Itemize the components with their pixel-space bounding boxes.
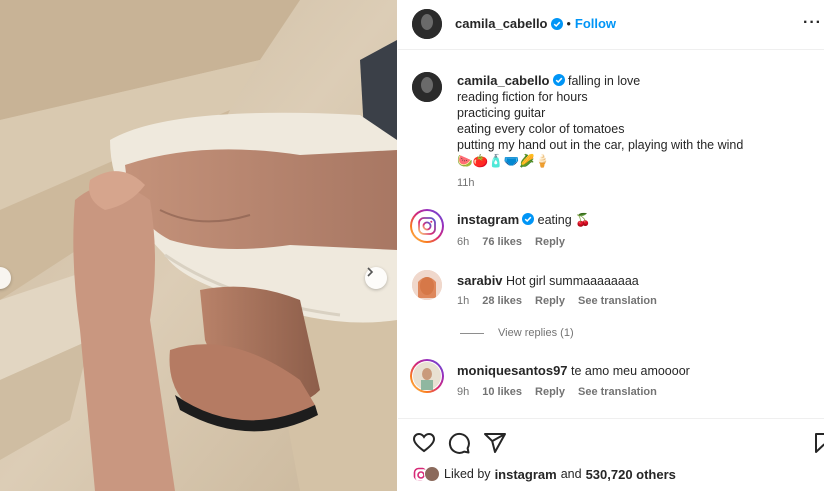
instagram-logo-icon bbox=[418, 217, 436, 235]
comment-reply-button[interactable]: Reply bbox=[535, 236, 565, 248]
comment-reply-button[interactable]: Reply bbox=[535, 295, 565, 307]
comment-username[interactable]: moniquesantos97 bbox=[457, 363, 568, 378]
caption-time[interactable]: 11h bbox=[457, 177, 475, 189]
comment-reply-button[interactable]: Reply bbox=[535, 386, 565, 398]
liker-avatar bbox=[424, 466, 440, 482]
comment-text: eating 🍒 bbox=[537, 213, 591, 227]
comment-username[interactable]: instagram bbox=[457, 212, 519, 227]
caption-line: putting my hand out in the car, playing … bbox=[457, 138, 744, 152]
comment-text: te amo meu amoooor bbox=[571, 364, 690, 378]
see-translation-link[interactable]: See translation bbox=[578, 386, 657, 398]
comment-likes[interactable]: 10 likes bbox=[482, 386, 522, 398]
more-options-icon[interactable]: ··· bbox=[803, 14, 822, 32]
likes-summary: Liked by instagram and 530,720 others bbox=[410, 466, 676, 482]
heart-icon[interactable] bbox=[412, 431, 436, 455]
chevron-right-icon bbox=[367, 267, 374, 277]
caption-line: reading fiction for hours bbox=[457, 90, 588, 104]
likes-user[interactable]: instagram bbox=[495, 467, 557, 482]
see-translation-link[interactable]: See translation bbox=[578, 295, 657, 307]
comment-meta: 9h 10 likes Reply See translation bbox=[457, 386, 657, 398]
comment-time[interactable]: 6h bbox=[457, 236, 469, 248]
likes-prefix: Liked by bbox=[444, 467, 491, 481]
comment-meta: 6h 76 likes Reply bbox=[457, 236, 565, 248]
comment-likes[interactable]: 76 likes bbox=[482, 236, 522, 248]
comment-likes[interactable]: 28 likes bbox=[482, 295, 522, 307]
caption-meta: 11h bbox=[457, 177, 475, 189]
comment-avatar-moniquesantos97[interactable] bbox=[410, 359, 444, 393]
post-header: camila_cabello • Follow ··· bbox=[398, 0, 824, 50]
comment-time[interactable]: 9h bbox=[457, 386, 469, 398]
caption-line: eating every color of tomatoes bbox=[457, 122, 625, 136]
comment-meta: 1h 28 likes Reply See translation bbox=[457, 295, 657, 307]
follow-button[interactable]: Follow bbox=[575, 16, 616, 31]
comment-username[interactable]: sarabiv bbox=[457, 273, 503, 288]
likes-count[interactable]: 530,720 others bbox=[586, 467, 676, 482]
comment-avatar-instagram[interactable] bbox=[410, 209, 444, 243]
author-avatar[interactable] bbox=[412, 9, 442, 39]
next-photo-button[interactable] bbox=[365, 267, 387, 289]
verified-icon bbox=[552, 74, 565, 86]
photo-image bbox=[0, 0, 397, 491]
likes-conj: and bbox=[560, 467, 582, 481]
caption-line: falling in love bbox=[567, 74, 641, 88]
action-bar bbox=[398, 418, 824, 466]
caption: camila_cabello falling in love reading f… bbox=[457, 73, 817, 169]
view-replies-button[interactable]: View replies (1) bbox=[460, 327, 574, 339]
comment-body: sarabiv Hot girl summaaaaaaaa bbox=[457, 273, 639, 288]
post-side-panel: camila_cabello • Follow ··· camila_cabel… bbox=[398, 0, 824, 491]
post-photo bbox=[0, 0, 397, 491]
caption-line: practicing guitar bbox=[457, 106, 546, 120]
liker-avatars bbox=[410, 466, 440, 482]
divider-line bbox=[460, 332, 484, 334]
comment-time[interactable]: 1h bbox=[457, 295, 469, 307]
comment-body: instagram eating 🍒 bbox=[457, 212, 591, 228]
verified-icon bbox=[522, 213, 535, 225]
comment-text: Hot girl summaaaaaaaa bbox=[506, 274, 639, 288]
comment-icon[interactable] bbox=[447, 431, 471, 455]
caption-avatar[interactable] bbox=[412, 72, 442, 102]
bookmark-icon[interactable] bbox=[812, 431, 824, 455]
comment-avatar-sarabiv[interactable] bbox=[412, 270, 442, 300]
comment-body: moniquesantos97 te amo meu amoooor bbox=[457, 363, 690, 378]
verified-icon bbox=[550, 17, 563, 30]
separator-dot: • bbox=[566, 16, 571, 31]
author-username[interactable]: camila_cabello bbox=[455, 16, 548, 31]
caption-username[interactable]: camila_cabello bbox=[457, 73, 550, 88]
view-replies-label: View replies (1) bbox=[498, 327, 574, 339]
caption-emoji-line: 🍉🍅🧴🩲🌽🍦 bbox=[457, 154, 551, 168]
share-icon[interactable] bbox=[483, 431, 507, 455]
